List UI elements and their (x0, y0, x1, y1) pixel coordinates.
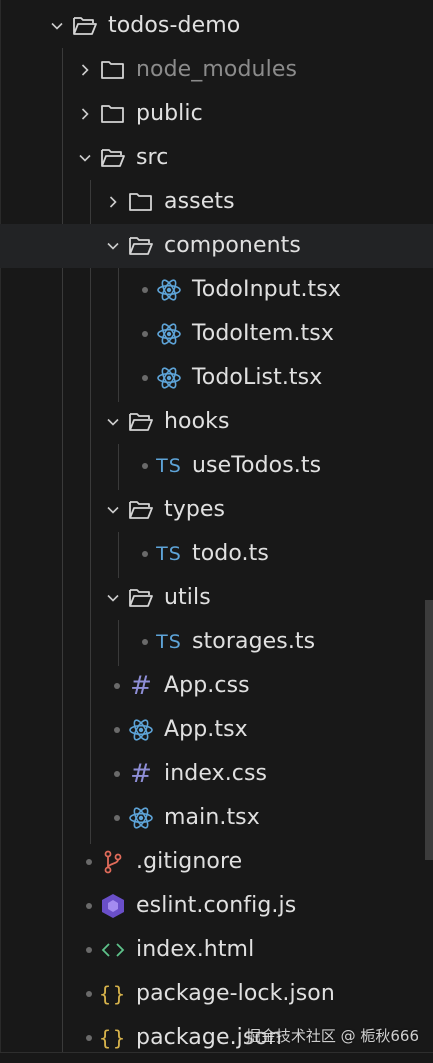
tree-item-storages-ts[interactable]: TS storages.ts (0, 620, 433, 664)
tree-leaf-dot (142, 375, 148, 381)
html-icon (100, 937, 126, 963)
react-icon (156, 321, 182, 347)
chevron-right-icon[interactable] (76, 61, 94, 79)
tree-leaf-dot (86, 859, 92, 865)
tree-item-label: storages.ts (192, 629, 316, 654)
folder-icon (100, 57, 126, 83)
folder-open-icon (128, 233, 154, 259)
tree-leaf-dot (114, 771, 120, 777)
chevron-right-icon[interactable] (104, 193, 122, 211)
folder-open-icon (128, 497, 154, 523)
tree-item-app-css[interactable]: # App.css (0, 664, 433, 708)
folder-open-icon (72, 13, 98, 39)
folder-open-icon (128, 585, 154, 611)
tree-item-index-html[interactable]: index.html (0, 928, 433, 972)
tree-leaf-dot (114, 815, 120, 821)
typescript-icon: TS (156, 543, 182, 565)
tree-leaf-dot (86, 1035, 92, 1041)
tree-leaf-dot (86, 991, 92, 997)
tree-leaf-dot (142, 639, 148, 645)
folder-icon (128, 189, 154, 215)
tree-item-todoinput-tsx[interactable]: TodoInput.tsx (0, 268, 433, 312)
chevron-down-icon[interactable] (104, 413, 122, 431)
json-icon: {} (98, 982, 128, 1006)
tree-leaf-dot (142, 463, 148, 469)
tree-item-app-tsx[interactable]: App.tsx (0, 708, 433, 752)
tree-item-components[interactable]: components (0, 224, 433, 268)
css-icon: # (130, 671, 152, 701)
folder-open-icon (128, 409, 154, 435)
tree-item-label: .gitignore (136, 849, 243, 874)
tree-item-todo-ts[interactable]: TS todo.ts (0, 532, 433, 576)
tree-item-main-tsx[interactable]: main.tsx (0, 796, 433, 840)
tree-item-label: TodoInput.tsx (192, 277, 341, 302)
tree-item-label: node_modules (136, 57, 298, 82)
tree-item-label: main.tsx (164, 805, 260, 830)
tree-item-label: types (164, 497, 226, 522)
tree-item-gitignore[interactable]: .gitignore (0, 840, 433, 884)
tree-leaf-dot (86, 903, 92, 909)
chevron-down-icon[interactable] (48, 17, 66, 35)
react-icon (128, 805, 154, 831)
tree-leaf-dot (142, 287, 148, 293)
watermark-text: 掘金技术社区 @ 栀秋666 (245, 1027, 419, 1045)
tree-item-public[interactable]: public (0, 92, 433, 136)
chevron-down-icon[interactable] (76, 149, 94, 167)
json-icon: {} (98, 1026, 128, 1050)
folder-icon (100, 101, 126, 127)
tree-item-assets[interactable]: assets (0, 180, 433, 224)
react-icon (128, 717, 154, 743)
chevron-down-icon[interactable] (104, 589, 122, 607)
tree-item-label: TodoList.tsx (192, 365, 323, 390)
tree-item-label: src (136, 145, 169, 170)
vertical-scrollbar[interactable] (425, 600, 433, 860)
tree-item-node-modules[interactable]: node_modules (0, 48, 433, 92)
tree-item-label: components (164, 233, 301, 258)
tree-leaf-dot (86, 947, 92, 953)
tree-item-index-css[interactable]: # index.css (0, 752, 433, 796)
tree-item-label: package-lock.json (136, 981, 335, 1006)
tree-item-label: todo.ts (192, 541, 269, 566)
tree-leaf-dot (114, 727, 120, 733)
typescript-icon: TS (156, 631, 182, 653)
tree-item-label: index.css (164, 761, 268, 786)
tree-leaf-dot (142, 331, 148, 337)
tree-item-todolist-tsx[interactable]: TodoList.tsx (0, 356, 433, 400)
tree-item-types[interactable]: types (0, 488, 433, 532)
tree-item-label: public (136, 101, 203, 126)
tree-leaf-dot (114, 683, 120, 689)
chevron-down-icon[interactable] (104, 501, 122, 519)
tree-item-package-lock-json[interactable]: {} package-lock.json (0, 972, 433, 1016)
tree-item-label: todos-demo (108, 13, 241, 38)
tree-item-todos-demo[interactable]: todos-demo (0, 4, 433, 48)
tree-item-hooks[interactable]: hooks (0, 400, 433, 444)
tree-item-label: hooks (164, 409, 230, 434)
tree-item-usetodos-ts[interactable]: TS useTodos.ts (0, 444, 433, 488)
tree-leaf-dot (142, 551, 148, 557)
react-icon (156, 365, 182, 391)
folder-open-icon (100, 145, 126, 171)
panel-bottom-edge (0, 1052, 433, 1063)
typescript-icon: TS (156, 455, 182, 477)
chevron-right-icon[interactable] (76, 105, 94, 123)
tree-item-label: useTodos.ts (192, 453, 322, 478)
tree-item-utils[interactable]: utils (0, 576, 433, 620)
react-icon (156, 277, 182, 303)
tree-item-label: App.tsx (164, 717, 248, 742)
tree-item-label: eslint.config.js (136, 893, 297, 918)
eslint-icon (100, 893, 126, 919)
tree-item-src[interactable]: src (0, 136, 433, 180)
tree-item-label: utils (164, 585, 211, 610)
chevron-down-icon[interactable] (104, 237, 122, 255)
css-icon: # (130, 759, 152, 789)
tree-item-label: TodoItem.tsx (192, 321, 334, 346)
git-icon (100, 849, 126, 875)
tree-item-label: App.css (164, 673, 250, 698)
tree-item-label: index.html (136, 937, 255, 962)
file-explorer-tree: todos-demo node_modules public src asset… (0, 0, 433, 1063)
tree-item-label: assets (164, 189, 235, 214)
tree-item-todoitem-tsx[interactable]: TodoItem.tsx (0, 312, 433, 356)
tree-item-eslint-config-js[interactable]: eslint.config.js (0, 884, 433, 928)
